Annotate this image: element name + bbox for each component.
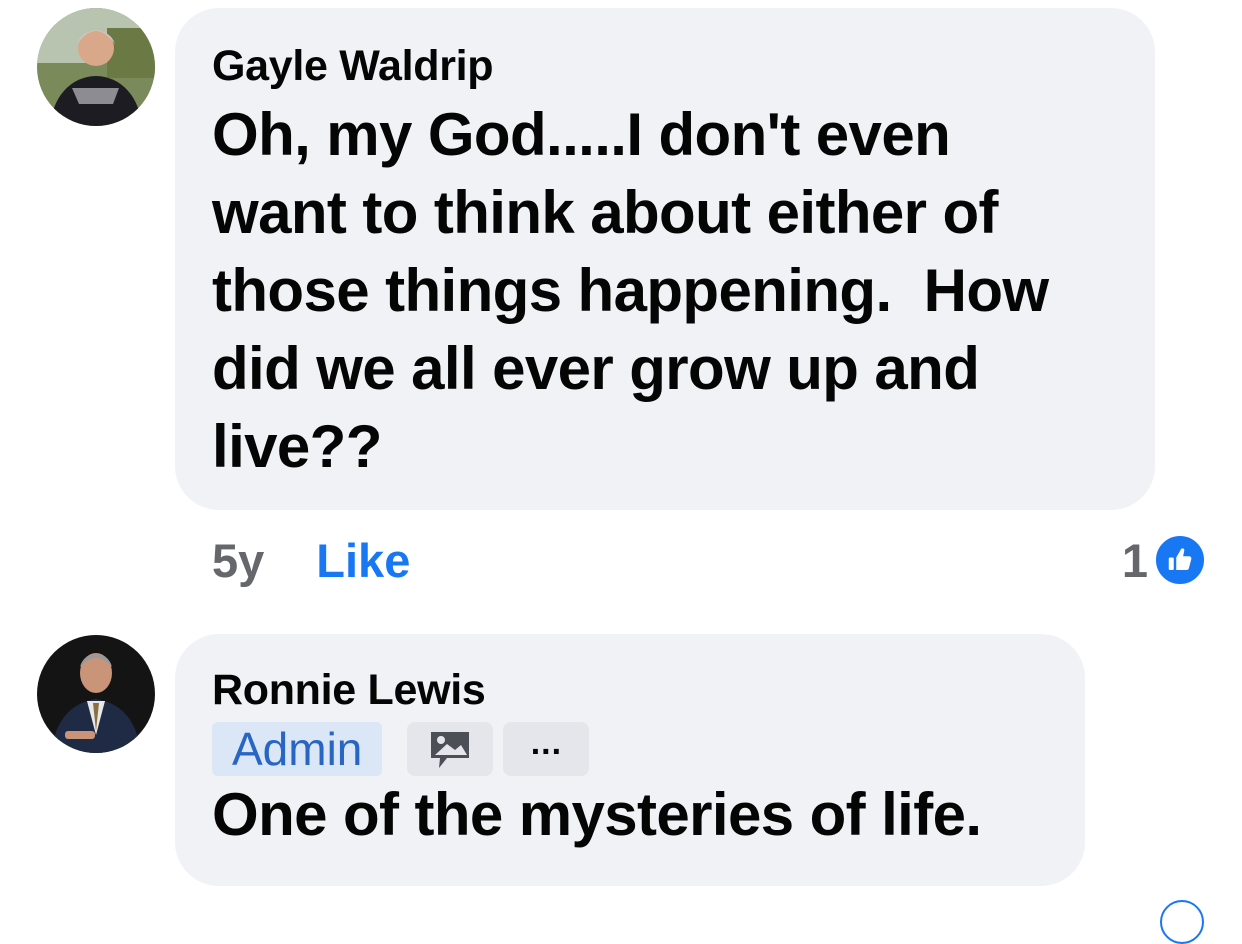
more-options-button[interactable]: ...: [503, 721, 590, 776]
comment-bubble: Ronnie Lewis Admin ... One of the myster…: [175, 634, 1085, 886]
avatar-gayle-waldrip[interactable]: [37, 8, 155, 126]
comment-actions: 5y Like: [212, 530, 410, 590]
avatar-ronnie-lewis[interactable]: [37, 635, 155, 753]
comment-age[interactable]: 5y: [212, 533, 264, 588]
comment-author[interactable]: Gayle Waldrip: [212, 38, 1155, 94]
comment-text: Oh, my God.....I don't even want to thin…: [212, 101, 1049, 480]
reaction-summary[interactable]: 1: [1122, 530, 1206, 590]
photo-comment-icon: [431, 731, 470, 768]
reaction-count: 1: [1121, 533, 1148, 587]
profile-photo-man-icon: [37, 635, 155, 753]
comment-tags: Admin ...: [212, 721, 1085, 776]
profile-photo-woman-icon: [37, 8, 155, 126]
reaction-badge-partial-icon: [1160, 900, 1204, 944]
photo-comment-button[interactable]: [407, 721, 494, 776]
admin-badge[interactable]: Admin: [212, 721, 383, 776]
comment-author[interactable]: Ronnie Lewis: [212, 662, 1085, 718]
comment-text: One of the mysteries of life.: [212, 781, 982, 848]
thumbs-up-icon: [1154, 534, 1206, 586]
comment-bubble: Gayle Waldrip Oh, my God.....I don't eve…: [175, 8, 1155, 510]
like-button[interactable]: Like: [316, 533, 410, 588]
